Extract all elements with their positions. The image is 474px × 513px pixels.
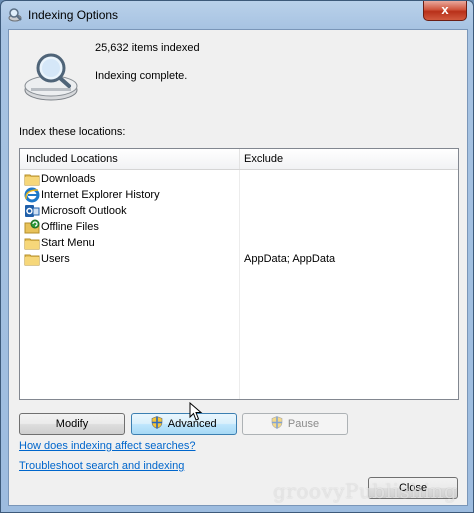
indexing-help-link[interactable]: How does indexing affect searches? — [19, 440, 196, 452]
list-item-microsoft-outlook[interactable]: Microsoft Outlook — [20, 203, 458, 219]
modify-button[interactable]: Modify — [19, 413, 125, 435]
indexing-status: Indexing complete. — [95, 70, 188, 82]
column-divider[interactable] — [239, 149, 240, 169]
indexing-options-icon — [8, 8, 22, 22]
location-name: Downloads — [41, 173, 96, 185]
watermark: groovyPublishing — [273, 479, 458, 503]
modify-label: Modify — [55, 418, 89, 430]
items-indexed-count: 25,632 items indexed — [95, 42, 200, 54]
window-title: Indexing Options — [28, 8, 119, 22]
close-window-button[interactable]: x — [423, 1, 467, 21]
location-name: Microsoft Outlook — [41, 205, 127, 217]
internet-explorer-icon — [24, 187, 40, 203]
uac-shield-icon — [271, 416, 283, 429]
column-header-included[interactable]: Included Locations — [26, 153, 118, 165]
pause-label: Pause — [287, 418, 320, 430]
list-item-internet-explorer-history[interactable]: Internet Explorer History — [20, 187, 458, 203]
location-name: Users — [41, 253, 70, 265]
column-header-exclude[interactable]: Exclude — [244, 153, 283, 165]
location-name: Offline Files — [41, 221, 99, 233]
troubleshoot-link[interactable]: Troubleshoot search and indexing — [19, 460, 184, 472]
locations-list[interactable]: Included Locations Exclude Downloads Int… — [19, 148, 459, 400]
location-name: Internet Explorer History — [41, 189, 160, 201]
locations-label: Index these locations: — [19, 126, 126, 138]
list-item-users[interactable]: Users AppData; AppData — [20, 251, 458, 267]
list-item-downloads[interactable]: Downloads — [20, 171, 458, 187]
folder-icon — [24, 238, 40, 250]
outlook-icon — [25, 205, 40, 217]
folder-icon — [24, 174, 40, 186]
list-item-offline-files[interactable]: Offline Files — [20, 219, 458, 235]
indexing-options-window: Indexing Options x 25,632 items indexed … — [0, 0, 474, 513]
location-exclude: AppData; AppData — [244, 253, 336, 265]
pause-button[interactable]: Pause — [242, 413, 348, 435]
dialog-body: 25,632 items indexed Indexing complete. … — [8, 29, 468, 506]
title-bar[interactable]: Indexing Options x — [1, 1, 473, 29]
list-header: Included Locations Exclude — [20, 149, 458, 170]
search-drive-icon — [24, 53, 78, 101]
uac-shield-icon — [151, 416, 163, 429]
advanced-button[interactable]: Advanced — [131, 413, 237, 435]
close-icon: x — [441, 2, 449, 17]
folder-icon — [24, 254, 40, 266]
mouse-pointer-icon — [189, 402, 203, 421]
list-item-start-menu[interactable]: Start Menu — [20, 235, 458, 251]
location-name: Start Menu — [41, 237, 95, 249]
offline-files-icon — [24, 219, 40, 234]
